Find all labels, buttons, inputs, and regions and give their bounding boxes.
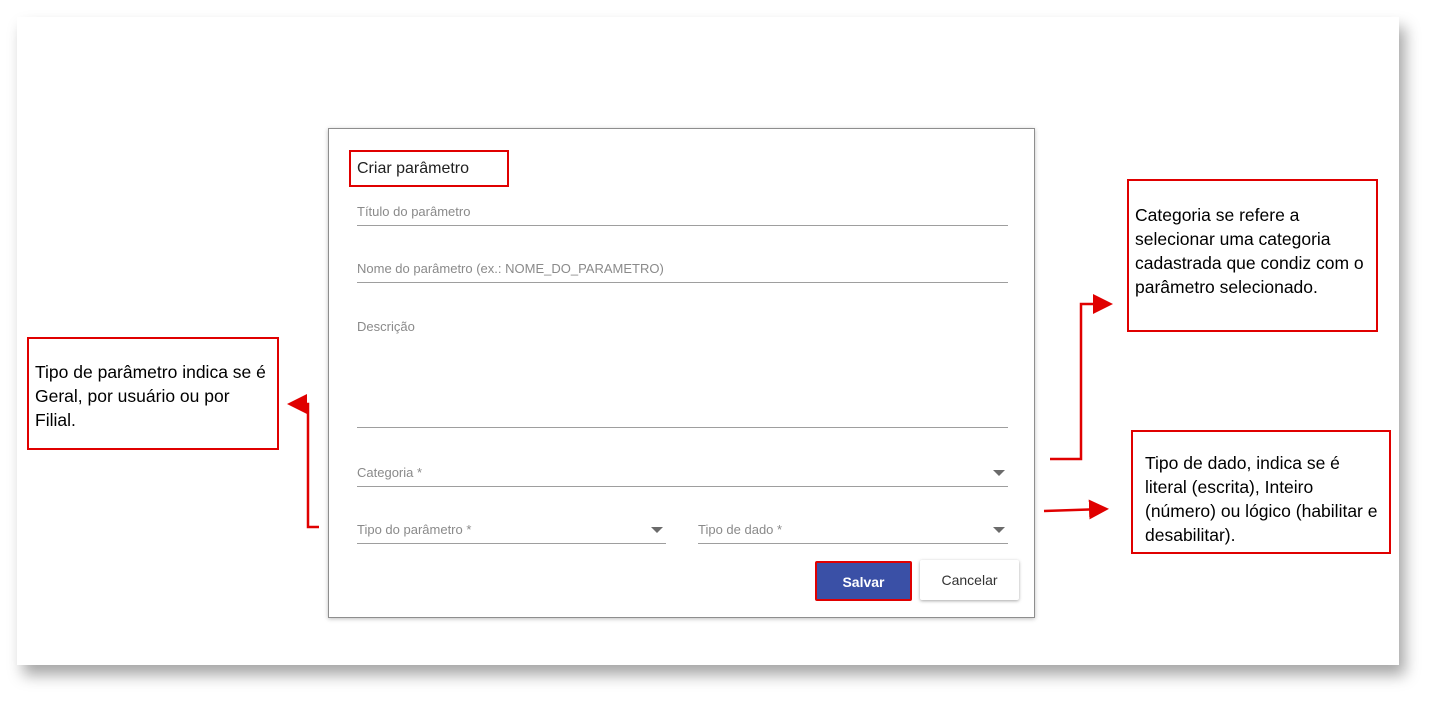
arrow-data-type [1043, 499, 1109, 520]
arrow-parameter-type [287, 394, 319, 529]
arrow-category [1050, 294, 1113, 461]
annotation-arrows [287, 294, 1113, 529]
